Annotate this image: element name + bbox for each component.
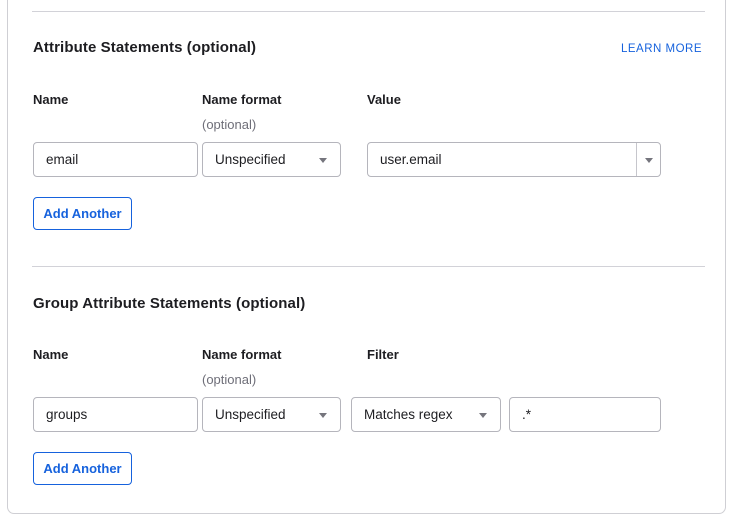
group-filter-value-input[interactable]: [509, 397, 661, 432]
caret-down-icon: [645, 157, 653, 163]
group-attribute-name-input[interactable]: [33, 397, 198, 432]
name-format-optional-hint: (optional): [202, 372, 257, 387]
group-attribute-statements-title: Group Attribute Statements (optional): [33, 295, 306, 312]
add-another-group-attribute-button[interactable]: Add Another: [33, 452, 132, 485]
section-divider: [32, 266, 705, 267]
group-name-format-selected-value: Unspecified: [215, 407, 286, 422]
group-name-format-select[interactable]: Unspecified: [202, 397, 341, 432]
column-header-name-format: Name format: [202, 347, 282, 362]
column-header-value: Value: [367, 92, 401, 107]
learn-more-link[interactable]: LEARN MORE: [621, 43, 702, 55]
attribute-value-dropdown-button[interactable]: [636, 143, 660, 176]
add-another-attribute-button[interactable]: Add Another: [33, 197, 132, 230]
attribute-name-input[interactable]: [33, 142, 198, 177]
group-filter-type-select[interactable]: Matches regex: [351, 397, 501, 432]
column-header-name-format: Name format: [202, 92, 282, 107]
attribute-value-input[interactable]: [368, 143, 636, 176]
caret-down-icon: [479, 412, 487, 418]
column-header-name: Name: [33, 92, 69, 107]
column-header-filter: Filter: [367, 347, 399, 362]
name-format-optional-hint: (optional): [202, 117, 257, 132]
attribute-statements-title: Attribute Statements (optional): [33, 39, 257, 56]
column-header-name: Name: [33, 347, 69, 362]
caret-down-icon: [319, 157, 327, 163]
attribute-name-format-selected-value: Unspecified: [215, 152, 286, 167]
attribute-name-format-select[interactable]: Unspecified: [202, 142, 341, 177]
attribute-value-combobox: [367, 142, 661, 177]
group-filter-type-selected-value: Matches regex: [364, 407, 453, 422]
saml-settings-card: Attribute Statements (optional) LEARN MO…: [7, 0, 726, 514]
section-divider: [32, 11, 705, 12]
caret-down-icon: [319, 412, 327, 418]
